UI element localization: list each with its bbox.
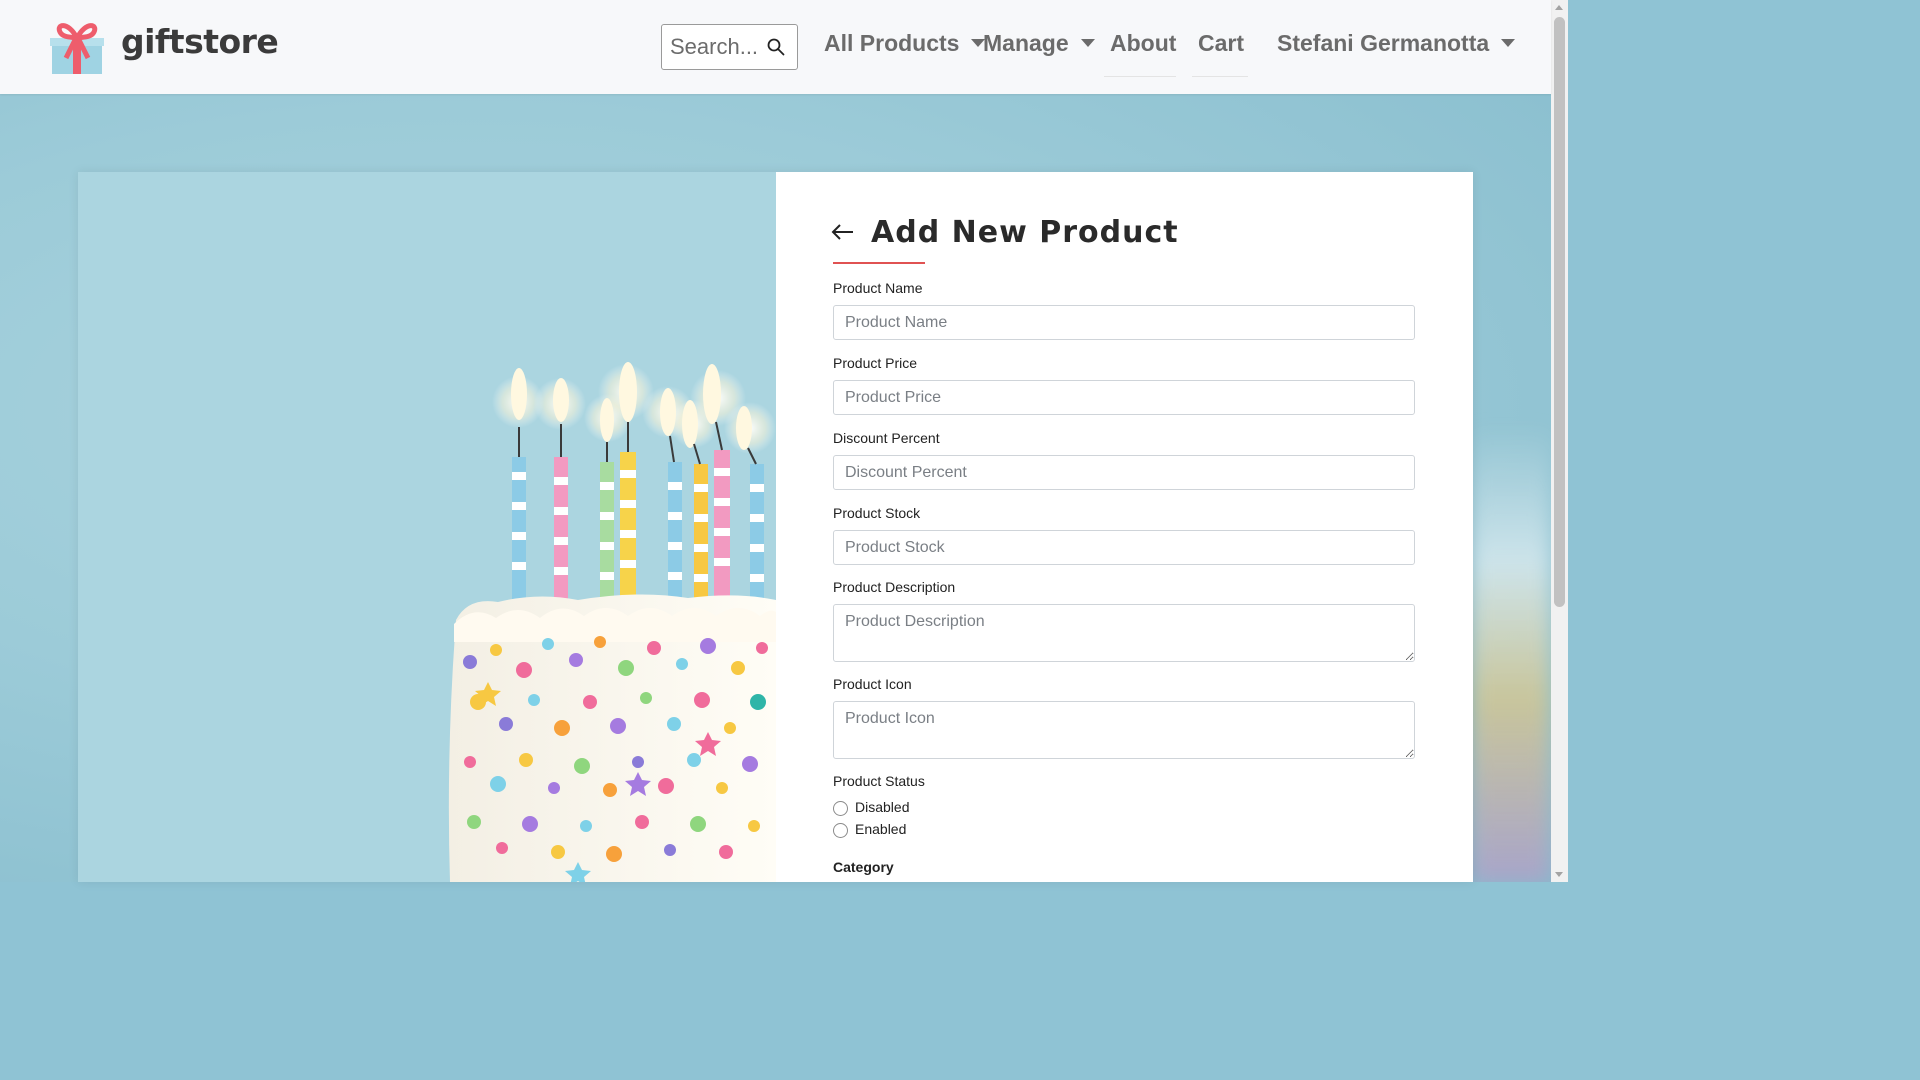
caret-down-icon <box>1080 38 1095 47</box>
product-price-input[interactable] <box>833 380 1415 415</box>
nav-about-underline <box>1104 76 1176 77</box>
birthday-cake-image <box>78 172 776 882</box>
nav-user-label: Stefani Germanotta <box>1277 30 1490 56</box>
product-icon-textarea[interactable] <box>833 701 1415 759</box>
scrollbar-thumb[interactable] <box>1554 17 1565 607</box>
status-option-disabled-label: Disabled <box>855 799 910 815</box>
title-underline <box>833 262 925 264</box>
nav-about[interactable]: About <box>1110 30 1176 57</box>
nav-manage-label: Manage <box>983 30 1069 56</box>
product-stock-label: Product Stock <box>833 505 921 521</box>
discount-percent-label: Discount Percent <box>833 430 940 446</box>
category-label: Category <box>833 859 894 875</box>
top-navbar: giftstore All Products Manage About Cart… <box>0 0 1551 94</box>
scroll-down-arrow-icon[interactable] <box>1555 872 1563 877</box>
product-description-label: Product Description <box>833 579 956 595</box>
nav-all-products[interactable]: All Products <box>824 30 986 57</box>
nav-cart-label: Cart <box>1198 30 1245 56</box>
nav-cart[interactable]: Cart <box>1198 30 1244 57</box>
search-icon[interactable] <box>767 38 785 56</box>
add-product-card: Add New Product Product Name Product Pri… <box>78 172 1473 882</box>
product-name-label: Product Name <box>833 280 923 296</box>
nav-all-products-label: All Products <box>824 30 960 56</box>
product-price-label: Product Price <box>833 355 918 371</box>
background-decoration <box>1471 424 1551 882</box>
discount-percent-input[interactable] <box>833 455 1415 490</box>
product-description-textarea[interactable] <box>833 604 1415 662</box>
product-name-input[interactable] <box>833 305 1415 340</box>
search-input[interactable] <box>670 33 765 61</box>
page-title: Add New Product <box>871 215 1179 250</box>
nav-cart-underline <box>1192 76 1248 77</box>
radio-button-enabled[interactable] <box>833 823 848 838</box>
product-status-label: Product Status <box>833 773 925 789</box>
page-scrollbar[interactable] <box>1551 0 1568 882</box>
nav-manage[interactable]: Manage <box>983 30 1095 57</box>
scroll-up-arrow-icon[interactable] <box>1555 5 1563 10</box>
nav-user-menu[interactable]: Stefani Germanotta <box>1277 30 1516 57</box>
status-option-enabled-label: Enabled <box>855 821 907 837</box>
brand-name[interactable]: giftstore <box>121 22 279 61</box>
caret-down-icon <box>1501 38 1516 47</box>
nav-about-label: About <box>1110 30 1177 56</box>
product-stock-input[interactable] <box>833 530 1415 565</box>
radio-button-disabled[interactable] <box>833 801 848 816</box>
gift-box-icon[interactable] <box>50 18 104 75</box>
product-icon-label: Product Icon <box>833 676 912 692</box>
arrow-left-icon[interactable] <box>831 222 855 242</box>
